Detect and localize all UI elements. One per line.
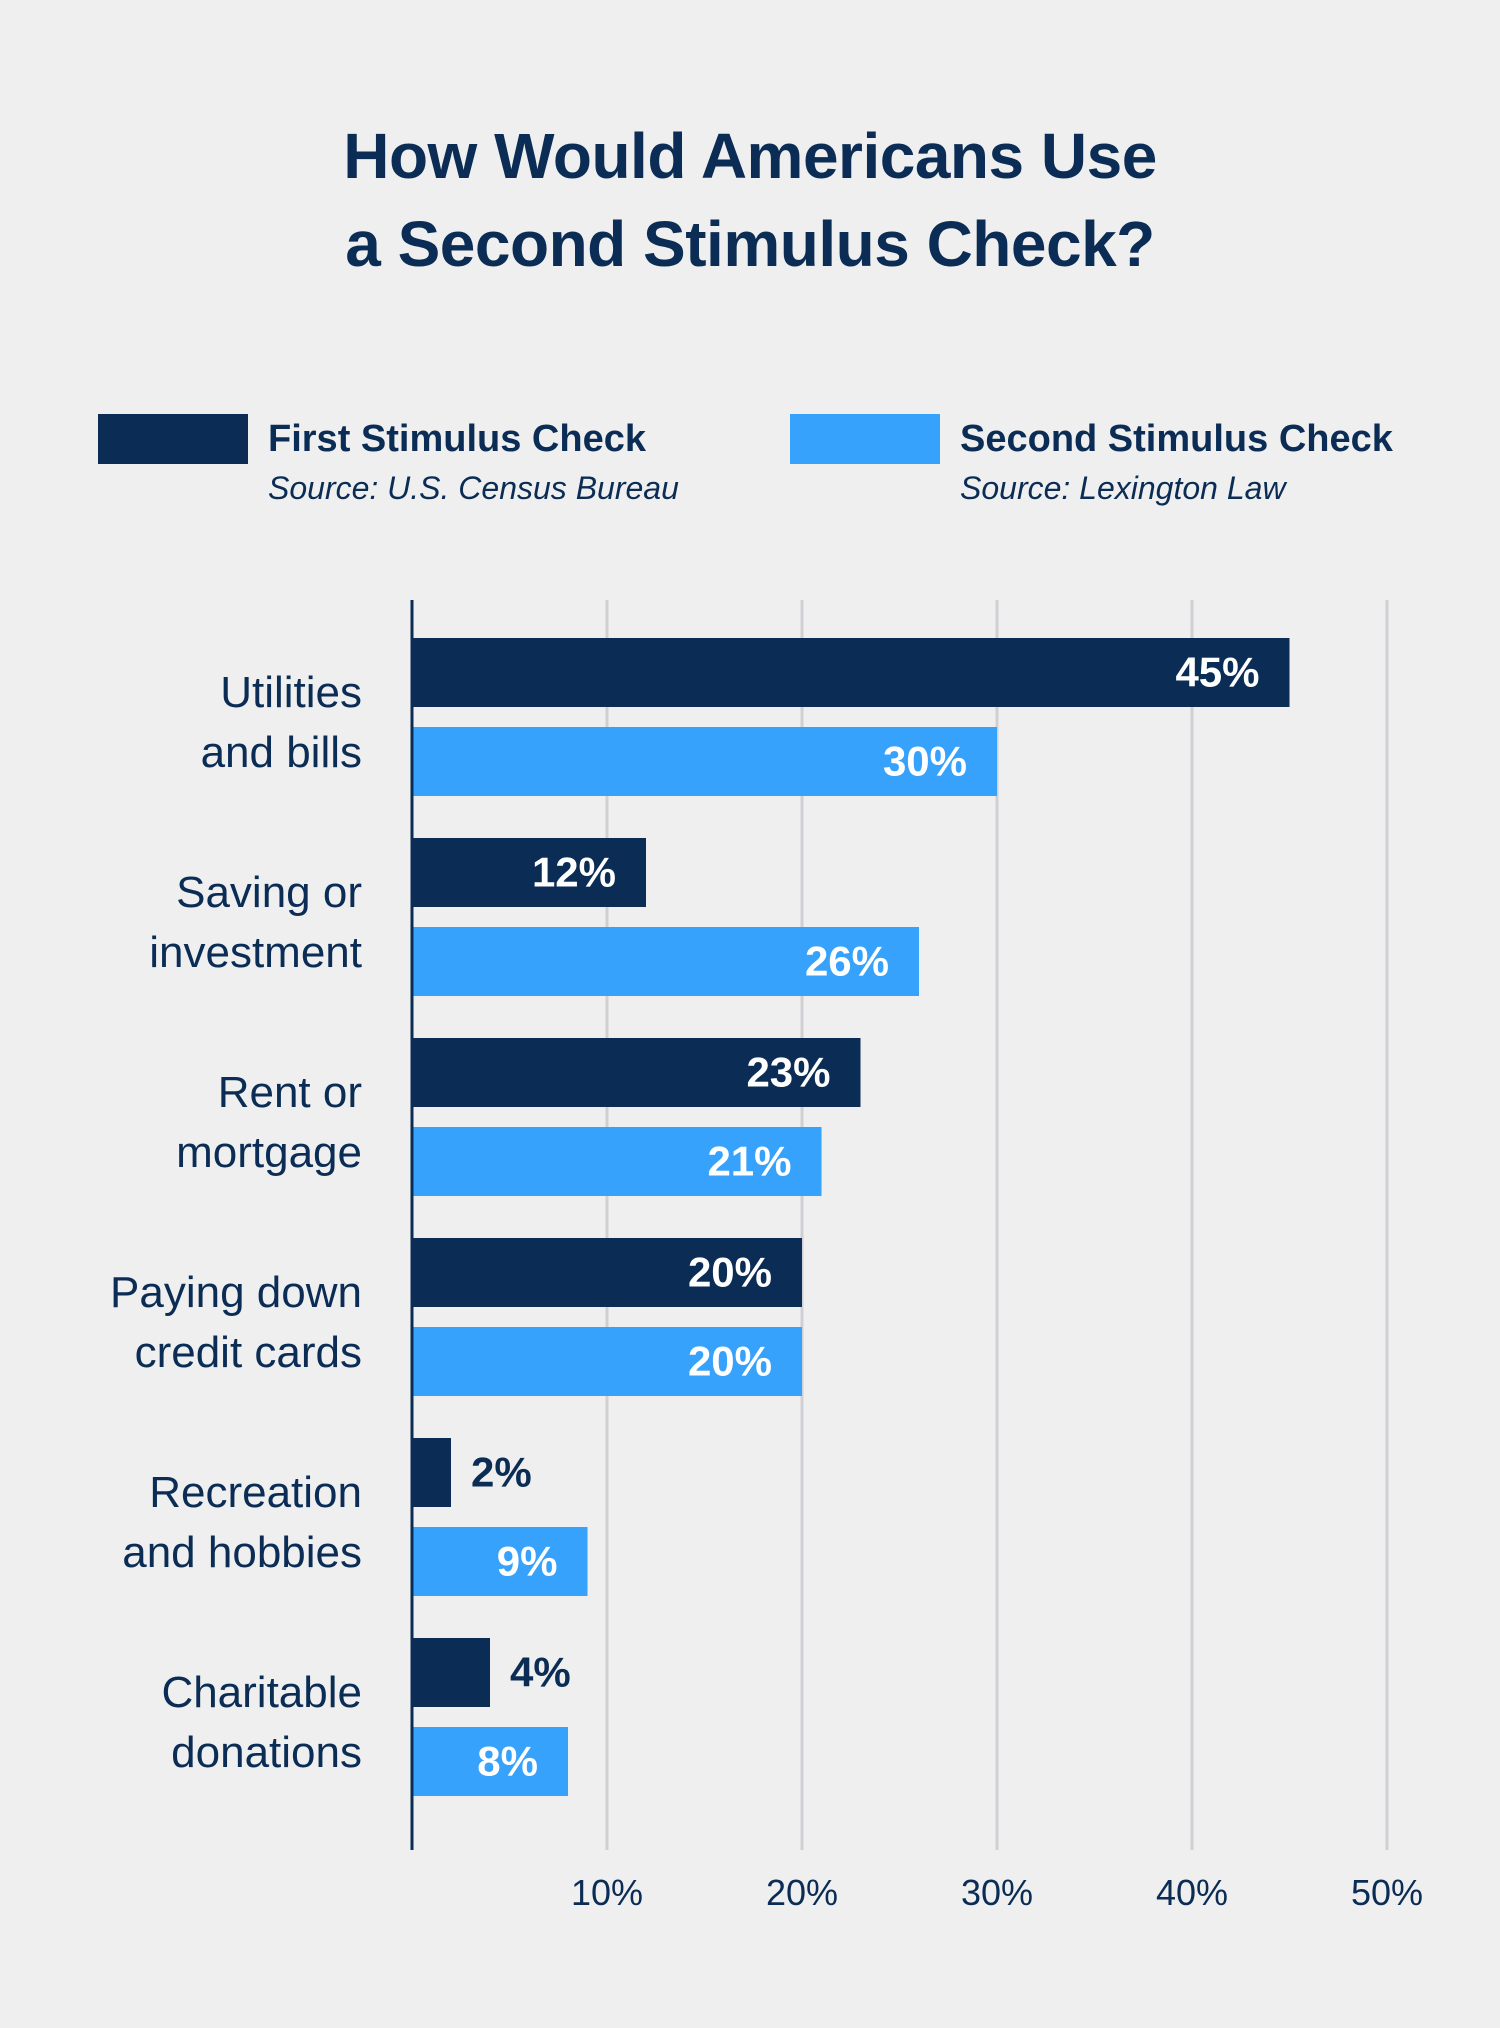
- data-label: 2%: [471, 1449, 532, 1496]
- x-tick-label: 50%: [1351, 1872, 1423, 1913]
- category-label: Saving or: [176, 868, 362, 917]
- category-label: donations: [171, 1728, 362, 1777]
- data-label: 20%: [688, 1338, 772, 1385]
- bar-first-check: [412, 1638, 490, 1707]
- category-label: Charitable: [161, 1668, 362, 1717]
- category-label: credit cards: [135, 1328, 362, 1377]
- category-label: and bills: [201, 728, 362, 777]
- x-tick-label: 20%: [766, 1872, 838, 1913]
- category-label: and hobbies: [122, 1528, 362, 1577]
- data-label: 4%: [510, 1649, 571, 1696]
- x-tick-label: 10%: [571, 1872, 643, 1913]
- data-label: 30%: [883, 738, 967, 785]
- data-label: 23%: [746, 1049, 830, 1096]
- bar-chart: 10% 20% 30% 40% 50% 45% 30% Utilities and bills 1…: [110, 600, 1423, 1913]
- bar-first-check: [412, 638, 1290, 707]
- data-label: 26%: [805, 938, 889, 985]
- category-label: Recreation: [149, 1468, 362, 1517]
- data-label: 9%: [497, 1538, 558, 1585]
- bar-first-check: [412, 1438, 451, 1507]
- data-label: 20%: [688, 1249, 772, 1296]
- x-tick-label: 30%: [961, 1872, 1033, 1913]
- data-label: 8%: [477, 1738, 538, 1785]
- category-label: Utilities: [220, 668, 362, 717]
- data-label: 45%: [1175, 649, 1259, 696]
- category-label: Paying down: [110, 1268, 362, 1317]
- x-tick-label: 40%: [1156, 1872, 1228, 1913]
- category-label: Rent or: [218, 1068, 362, 1117]
- data-label: 12%: [532, 849, 616, 896]
- category-label: investment: [149, 928, 362, 977]
- data-label: 21%: [707, 1138, 791, 1185]
- category-label: mortgage: [176, 1128, 362, 1177]
